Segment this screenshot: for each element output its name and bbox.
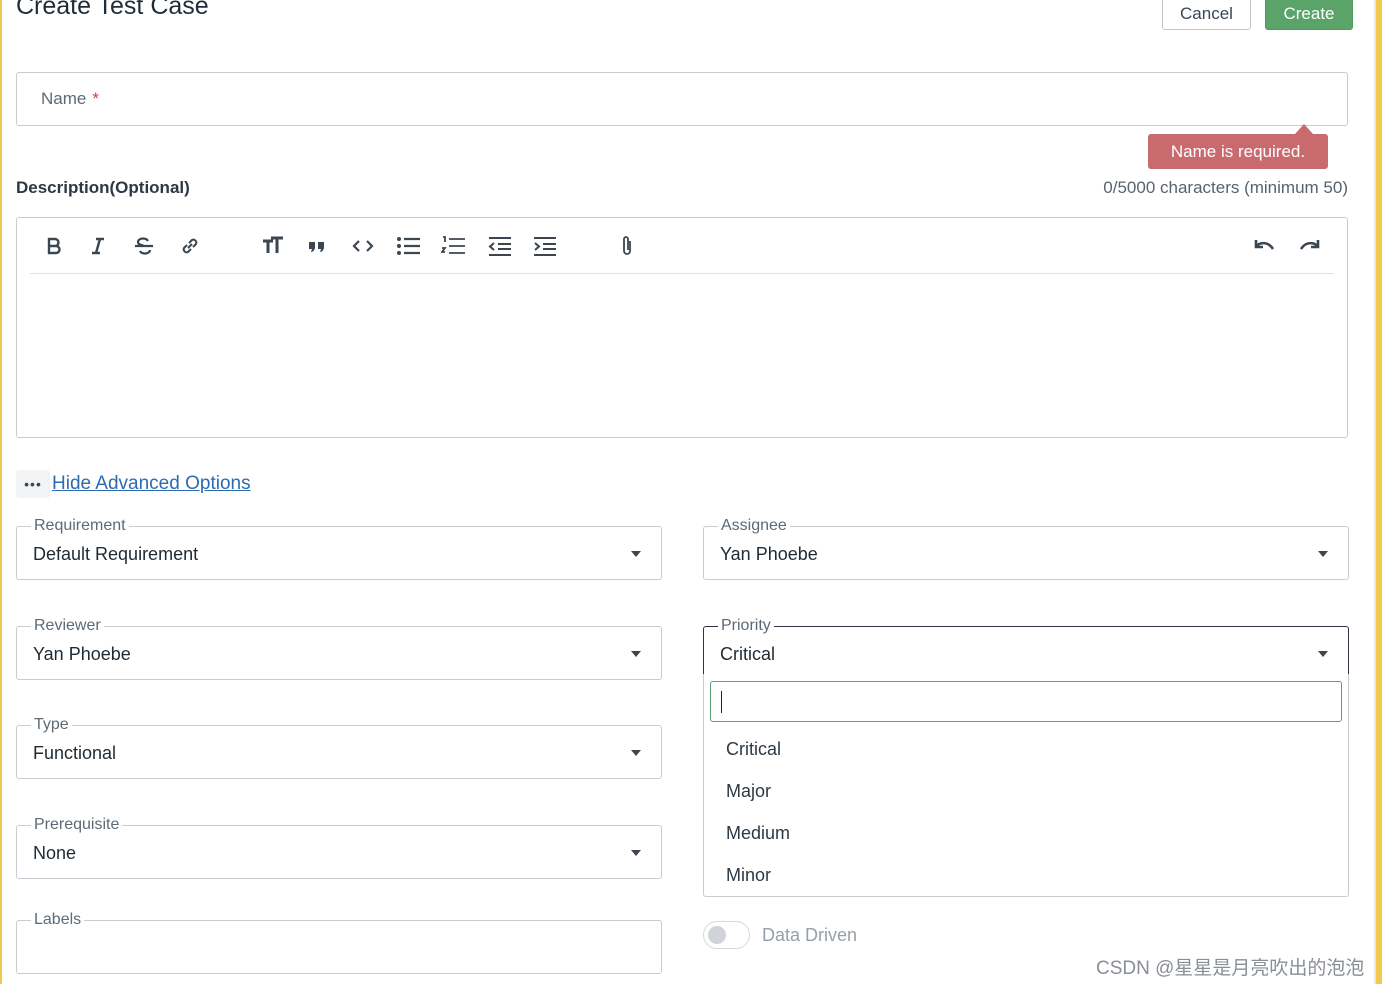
increase-indent-icon[interactable]: [529, 231, 561, 261]
assignee-label: Assignee: [718, 516, 790, 536]
name-label-text: Name: [41, 89, 87, 108]
editor-toolbar-divider: [30, 273, 1334, 274]
attachment-icon[interactable]: [611, 231, 643, 261]
priority-option-critical[interactable]: Critical: [726, 739, 781, 760]
data-driven-toggle[interactable]: [703, 921, 750, 949]
priority-dropdown-menu: Critical Major Medium Minor: [703, 674, 1349, 897]
code-icon[interactable]: [347, 231, 379, 261]
data-driven-label: Data Driven: [762, 925, 858, 945]
window-frame-left: [0, 0, 2, 984]
text-cursor: [721, 691, 722, 713]
priority-value: Critical: [720, 644, 776, 664]
prerequisite-value: None: [33, 843, 77, 863]
bullet-list-icon[interactable]: [393, 231, 425, 261]
type-select[interactable]: Type Functional: [16, 715, 662, 779]
undo-icon[interactable]: [1248, 231, 1280, 261]
watermark: CSDN @星星是月亮吹出的泡泡: [1096, 958, 1365, 979]
requirement-select[interactable]: Requirement Default Requirement: [16, 516, 662, 580]
priority-option-medium[interactable]: Medium: [726, 823, 790, 844]
bold-icon[interactable]: [38, 231, 70, 261]
reviewer-label: Reviewer: [31, 616, 104, 636]
heading-icon[interactable]: [257, 231, 289, 261]
priority-select[interactable]: Priority Critical: [703, 616, 1349, 676]
labels-label: Labels: [31, 910, 85, 930]
chevron-down-icon: [631, 850, 641, 856]
name-field-label: Name *: [41, 89, 99, 109]
more-options-icon[interactable]: •••: [16, 470, 50, 498]
error-tooltip-arrow: [1295, 124, 1313, 134]
prerequisite-label: Prerequisite: [31, 815, 123, 835]
strikethrough-icon[interactable]: [128, 231, 160, 261]
chevron-down-icon: [1318, 651, 1328, 657]
redo-icon[interactable]: [1294, 231, 1326, 261]
priority-option-major[interactable]: Major: [726, 781, 771, 802]
chevron-down-icon: [1318, 551, 1328, 557]
window-frame-right: [1376, 0, 1382, 984]
chevron-down-icon: [631, 750, 641, 756]
priority-option-minor[interactable]: Minor: [726, 865, 771, 886]
required-marker: *: [92, 89, 99, 108]
hide-advanced-options-link[interactable]: Hide Advanced Options: [52, 473, 251, 495]
reviewer-select[interactable]: Reviewer Yan Phoebe: [16, 616, 662, 680]
priority-search-input[interactable]: [710, 681, 1342, 722]
description-editor[interactable]: [16, 217, 1348, 438]
link-icon[interactable]: [174, 231, 206, 261]
requirement-value: Default Requirement: [33, 544, 199, 564]
name-field[interactable]: Name *: [16, 72, 1348, 126]
type-value: Functional: [33, 743, 117, 763]
numbered-list-icon[interactable]: [438, 231, 470, 261]
italic-icon[interactable]: [82, 231, 114, 261]
chevron-down-icon: [631, 551, 641, 557]
quote-icon[interactable]: [301, 231, 333, 261]
labels-input[interactable]: Labels: [16, 910, 662, 974]
reviewer-value: Yan Phoebe: [33, 644, 131, 664]
priority-label: Priority: [718, 616, 774, 636]
toggle-knob: [708, 926, 726, 944]
prerequisite-select[interactable]: Prerequisite None: [16, 815, 662, 879]
description-label: Description(Optional): [16, 178, 190, 197]
assignee-value: Yan Phoebe: [720, 544, 818, 564]
page-title: Create Test Case: [16, 0, 209, 20]
assignee-select[interactable]: Assignee Yan Phoebe: [703, 516, 1349, 580]
type-label: Type: [31, 715, 72, 735]
cancel-button[interactable]: Cancel: [1162, 0, 1251, 30]
requirement-label: Requirement: [31, 516, 129, 536]
chevron-down-icon: [631, 651, 641, 657]
create-button[interactable]: Create: [1265, 0, 1353, 30]
name-error-tooltip: Name is required.: [1148, 134, 1328, 169]
decrease-indent-icon[interactable]: [484, 231, 516, 261]
character-count: 0/5000 characters (minimum 50): [1103, 178, 1348, 197]
